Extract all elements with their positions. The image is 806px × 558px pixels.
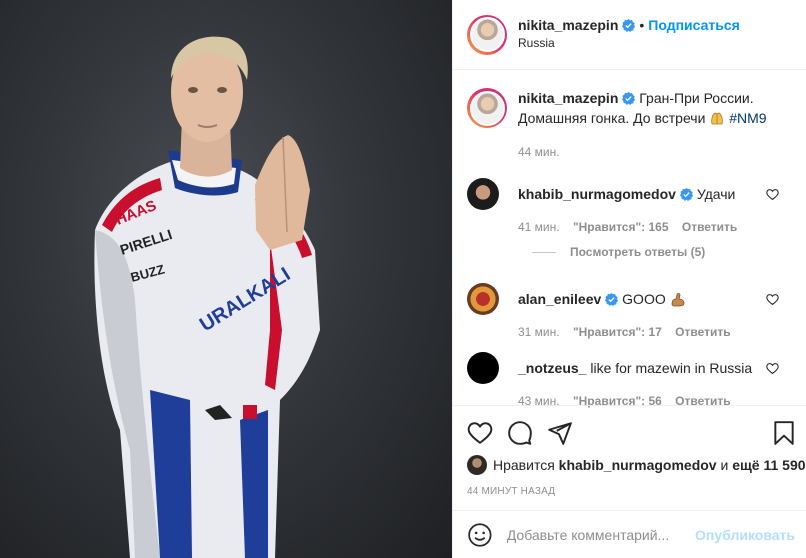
commenter-username[interactable]: khabib_nurmagomedov (518, 186, 676, 202)
comment-time[interactable]: 31 мин. (518, 325, 560, 339)
post-header: nikita_mazepin • Подписаться Russia (453, 0, 806, 70)
driver-photo-illustration: HAAS PIRELLI BUZZ URALKALI (94, 36, 320, 558)
caption-username[interactable]: nikita_mazepin (518, 90, 618, 106)
verified-icon (622, 19, 636, 32)
post-side-panel: nikita_mazepin • Подписаться Russia nikita… (452, 0, 806, 558)
comment-item: _notzeus_ like for mazewin in Russia 43 … (467, 352, 797, 408)
likes-joiner: и (720, 457, 729, 473)
view-replies-label: Посмотреть ответы (5) (570, 245, 706, 259)
comment-item: alan_enileev GOOO 31 мин. "Нравится": 17… (467, 283, 797, 339)
comment-composer: Опубликовать (453, 510, 806, 558)
bookmark-icon[interactable] (771, 420, 797, 446)
likes-user[interactable]: khabib_nurmagomedov (559, 457, 717, 473)
emoji-icon[interactable] (467, 522, 493, 548)
flexed-biceps-icon (671, 293, 685, 307)
post-photo[interactable]: HAAS PIRELLI BUZZ URALKALI (0, 0, 452, 558)
comment-text: GOOO (622, 291, 666, 307)
follow-button[interactable]: Подписаться (648, 17, 740, 33)
comment-likes[interactable]: "Нравится": 165 (573, 220, 669, 234)
clapping-hands-icon (711, 112, 724, 125)
location-link[interactable]: Russia (518, 35, 740, 52)
instagram-post: HAAS PIRELLI BUZZ URALKALI nikita_mazepi… (0, 0, 806, 558)
share-icon[interactable] (547, 420, 573, 446)
heart-icon[interactable] (766, 188, 779, 201)
comment-likes[interactable]: "Нравится": 17 (573, 325, 662, 339)
verified-icon (679, 188, 693, 201)
reply-button[interactable]: Ответить (682, 220, 737, 234)
author-avatar[interactable] (467, 14, 507, 55)
likes-summary[interactable]: Нравится khabib_nurmagomedov и ещё 11 59… (467, 455, 806, 475)
caption-avatar[interactable] (467, 88, 507, 128)
comment-time[interactable]: 41 мин. (518, 220, 560, 234)
commenter-username[interactable]: _notzeus_ (518, 360, 586, 376)
commenter-username[interactable]: alan_enileev (518, 291, 601, 307)
verified-icon (622, 92, 636, 105)
post-caption: nikita_mazepin Гран-При России. Домашняя… (467, 88, 797, 162)
commenter-avatar[interactable] (467, 352, 499, 384)
heart-icon[interactable] (766, 362, 779, 375)
publish-button[interactable]: Опубликовать (695, 527, 795, 543)
heart-icon[interactable] (467, 420, 493, 446)
view-replies-button[interactable]: Посмотреть ответы (5) (532, 245, 705, 259)
post-date[interactable]: 44 МИНУТ НАЗАД (467, 486, 555, 497)
likes-others[interactable]: ещё 11 590 (732, 457, 805, 473)
comment-input[interactable] (506, 526, 696, 543)
liker-avatar (467, 455, 487, 475)
comment-text: like for mazewin in Russia (590, 360, 753, 376)
replies-line (532, 251, 556, 253)
verified-icon (605, 293, 619, 306)
likes-prefix: Нравится (493, 457, 555, 473)
action-bar (453, 405, 806, 457)
heart-icon[interactable] (766, 293, 779, 306)
comment-icon[interactable] (507, 420, 533, 446)
commenter-avatar[interactable] (467, 178, 499, 210)
comment-text: Удачи (696, 186, 736, 202)
comment-item: khabib_nurmagomedov Удачи 41 мин. "Нрави… (467, 178, 797, 234)
reply-button[interactable]: Ответить (675, 325, 730, 339)
caption-hashtag[interactable]: #NM9 (729, 110, 766, 126)
separator-dot: • (639, 17, 645, 33)
commenter-avatar[interactable] (467, 283, 499, 315)
author-username[interactable]: nikita_mazepin (518, 17, 618, 33)
caption-time: 44 мин. (518, 145, 560, 159)
